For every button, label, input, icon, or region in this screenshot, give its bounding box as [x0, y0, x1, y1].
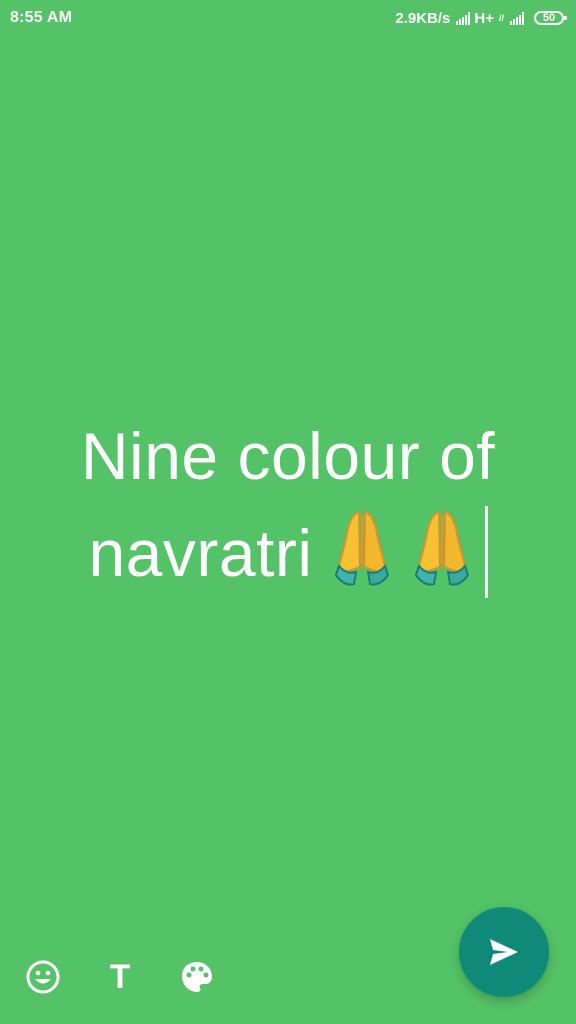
status-text-editor[interactable]: Nine colour of navratri — [24, 410, 552, 599]
text-style-label: T — [109, 958, 131, 996]
network-speed: 2.9KB/s — [395, 9, 451, 27]
emoji-button[interactable] — [24, 958, 62, 996]
send-arrow-icon — [490, 939, 518, 965]
status-bar: 8:55 AM 2.9KB/s H+ // 50 — [0, 0, 576, 36]
text-cursor — [484, 506, 488, 598]
status-time: 8:55 AM — [10, 9, 73, 26]
data-activity-icon: // — [498, 13, 504, 23]
caption-line-1[interactable]: Nine colour of — [24, 410, 552, 502]
battery-icon: 50 — [534, 11, 567, 25]
text-style-button[interactable]: T — [101, 958, 139, 996]
signal-strength-icon — [456, 11, 471, 25]
smiley-icon — [26, 960, 60, 994]
background-color-button[interactable] — [178, 958, 216, 996]
battery-level: 50 — [542, 11, 556, 24]
caption-line-2[interactable]: navratri — [24, 502, 552, 599]
second-signal-icon — [510, 11, 524, 25]
send-button[interactable] — [459, 907, 549, 997]
network-type: H+ — [474, 9, 494, 27]
folded-hands-emoji-icon — [411, 502, 473, 590]
folded-hands-emoji-icon — [331, 502, 393, 590]
palette-icon — [182, 962, 212, 992]
status-icons: 2.9KB/s H+ // 50 — [395, 8, 567, 28]
caption-word[interactable]: navratri — [88, 516, 312, 590]
